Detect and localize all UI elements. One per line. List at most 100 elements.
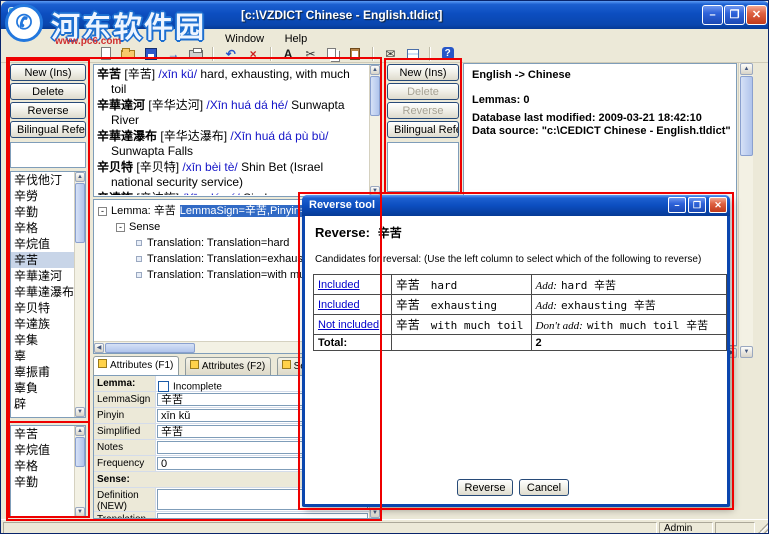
export-icon[interactable]: →: [164, 46, 182, 62]
maximize-button[interactable]: ❐: [724, 5, 745, 25]
action-prefix: Don't add:: [535, 319, 583, 332]
right-delete-button[interactable]: Delete: [387, 83, 459, 100]
list-item[interactable]: 辛烷值: [11, 236, 74, 252]
list-item[interactable]: 辛達族: [11, 316, 74, 332]
font-format-icon[interactable]: A: [279, 46, 297, 62]
scrollbar-thumb[interactable]: [105, 343, 195, 353]
cut-icon[interactable]: ✂: [302, 46, 320, 62]
menu-help[interactable]: Help: [277, 32, 316, 46]
lemma-filter-box[interactable]: [10, 142, 86, 168]
print-icon[interactable]: [187, 46, 205, 62]
collapse-icon[interactable]: [98, 206, 107, 216]
scrollbar-thumb[interactable]: [740, 76, 753, 156]
dialog-reverse-button[interactable]: Reverse: [457, 479, 513, 496]
right-bilingual-button[interactable]: Bilingual Refe: [387, 121, 459, 138]
included-link[interactable]: Included: [318, 279, 360, 291]
list-item[interactable]: 辜振甫: [11, 364, 74, 380]
scrollbar-thumb[interactable]: [75, 437, 85, 467]
tab-attributes-f2[interactable]: Attributes (F2): [184, 357, 272, 375]
delete-icon[interactable]: ×: [244, 46, 262, 62]
tab-attributes-f1[interactable]: Attributes (F1): [93, 356, 180, 375]
right-lemma-list[interactable]: [387, 142, 459, 192]
scroll-up-icon[interactable]: ▲: [75, 172, 85, 182]
table-view-icon[interactable]: [404, 46, 422, 62]
source-english: with much toil: [430, 319, 524, 332]
list-item[interactable]: 辛華達河: [11, 268, 74, 284]
info-vscrollbar[interactable]: ▲ ▼: [738, 63, 753, 358]
lemma-list-scrollbar[interactable]: ▲ ▼: [74, 172, 85, 417]
dialog-cancel-button[interactable]: Cancel: [519, 479, 569, 496]
scroll-up-icon[interactable]: ▲: [740, 63, 753, 75]
left-reverse-button[interactable]: Reverse: [10, 102, 86, 119]
right-new-button[interactable]: New (Ins): [387, 64, 459, 81]
left-new-button[interactable]: New (Ins): [10, 64, 86, 81]
not-included-link[interactable]: Not included: [318, 319, 379, 331]
scroll-up-icon[interactable]: ▲: [75, 426, 85, 436]
list-item[interactable]: 辛格: [11, 220, 74, 236]
status-panel: [3, 522, 657, 533]
collapse-icon[interactable]: [116, 222, 125, 232]
source-chinese: 辛苦: [395, 278, 420, 292]
right-reverse-button[interactable]: Reverse: [387, 102, 459, 119]
recent-list-scrollbar[interactable]: ▲ ▼: [74, 426, 85, 517]
list-item[interactable]: 辟: [11, 396, 74, 412]
mail-icon[interactable]: ✉: [381, 46, 399, 62]
dialog-maximize-button[interactable]: ❐: [688, 197, 706, 213]
open-folder-icon[interactable]: [119, 46, 137, 62]
tab-icon: [281, 360, 291, 369]
entry-preview-pane[interactable]: 辛苦 [辛苦] /xīn kǔ/ hard, exhausting, with …: [93, 64, 381, 197]
list-item[interactable]: 辛華達瀑布: [11, 284, 74, 300]
candidates-text: Candidates for reversal: (Use the left c…: [315, 254, 702, 265]
tab-icon: [98, 359, 107, 368]
copy-icon[interactable]: [324, 46, 342, 62]
list-item[interactable]: 辛格: [11, 458, 74, 474]
left-bilingual-button[interactable]: Bilingual Refe: [10, 121, 86, 138]
field-label-lemma: Lemma:: [94, 376, 156, 391]
list-item-selected[interactable]: 辛苦: [11, 252, 74, 268]
recent-lemma-list[interactable]: 辛苦 辛烷值 辛格 辛勤 ▲ ▼: [10, 425, 86, 518]
list-item[interactable]: 辜負: [11, 380, 74, 396]
list-item[interactable]: 辛集: [11, 332, 74, 348]
scroll-down-icon[interactable]: ▼: [740, 346, 753, 358]
dialog-close-button[interactable]: ✕: [709, 197, 727, 213]
action-text: hard 辛苦: [560, 278, 617, 292]
headword: 辛華達瀑布: [97, 129, 158, 143]
paste-icon[interactable]: [346, 46, 364, 62]
scrollbar-thumb[interactable]: [75, 183, 85, 243]
minimize-button[interactable]: –: [702, 5, 723, 25]
tab-icon: [189, 360, 199, 369]
close-button[interactable]: ✕: [746, 5, 767, 25]
dialog-title-bar[interactable]: Reverse tool – ❐ ✕: [302, 195, 730, 216]
scrollbar-thumb[interactable]: [370, 76, 380, 116]
dialog-minimize-button[interactable]: –: [668, 197, 686, 213]
resize-grip[interactable]: [757, 522, 768, 533]
scroll-down-icon[interactable]: ▼: [370, 508, 380, 518]
list-item[interactable]: 辛伐他汀: [11, 172, 74, 188]
leaf-icon: [136, 272, 142, 279]
list-item[interactable]: 辛勤: [11, 474, 74, 490]
list-item[interactable]: 辜: [11, 348, 74, 364]
scroll-down-icon[interactable]: ▼: [75, 407, 85, 417]
scroll-left-icon[interactable]: ◀: [94, 343, 104, 353]
status-panel: [715, 522, 755, 533]
help-icon[interactable]: ?: [439, 46, 457, 62]
list-item[interactable]: 辛勞: [11, 188, 74, 204]
list-item[interactable]: 辛烷值: [11, 442, 74, 458]
title-bar[interactable]: [c:\VZDICT Chinese - English.tldict] – ❐…: [1, 1, 768, 29]
menu-window[interactable]: Window: [217, 32, 272, 46]
tree-node-label: Lemma: 辛苦: [111, 205, 176, 217]
included-link[interactable]: Included: [318, 299, 360, 311]
list-item[interactable]: 辛贝特: [11, 300, 74, 316]
save-icon[interactable]: [142, 46, 160, 62]
scroll-down-icon[interactable]: ▼: [75, 507, 85, 517]
new-document-icon[interactable]: [97, 46, 115, 62]
left-delete-button[interactable]: Delete: [10, 83, 86, 100]
undo-icon[interactable]: ↶: [222, 46, 240, 62]
scroll-up-icon[interactable]: ▲: [370, 65, 380, 75]
preview-scrollbar[interactable]: ▲ ▼: [369, 65, 380, 196]
lemma-list[interactable]: 辛伐他汀 辛勞 辛勤 辛格 辛烷值 辛苦 辛華達河 辛華達瀑布 辛贝特 辛達族 …: [10, 171, 86, 418]
field-translation[interactable]: [157, 513, 368, 518]
list-item[interactable]: 辛勤: [11, 204, 74, 220]
incomplete-checkbox[interactable]: [158, 381, 169, 393]
list-item[interactable]: 辛苦: [11, 426, 74, 442]
